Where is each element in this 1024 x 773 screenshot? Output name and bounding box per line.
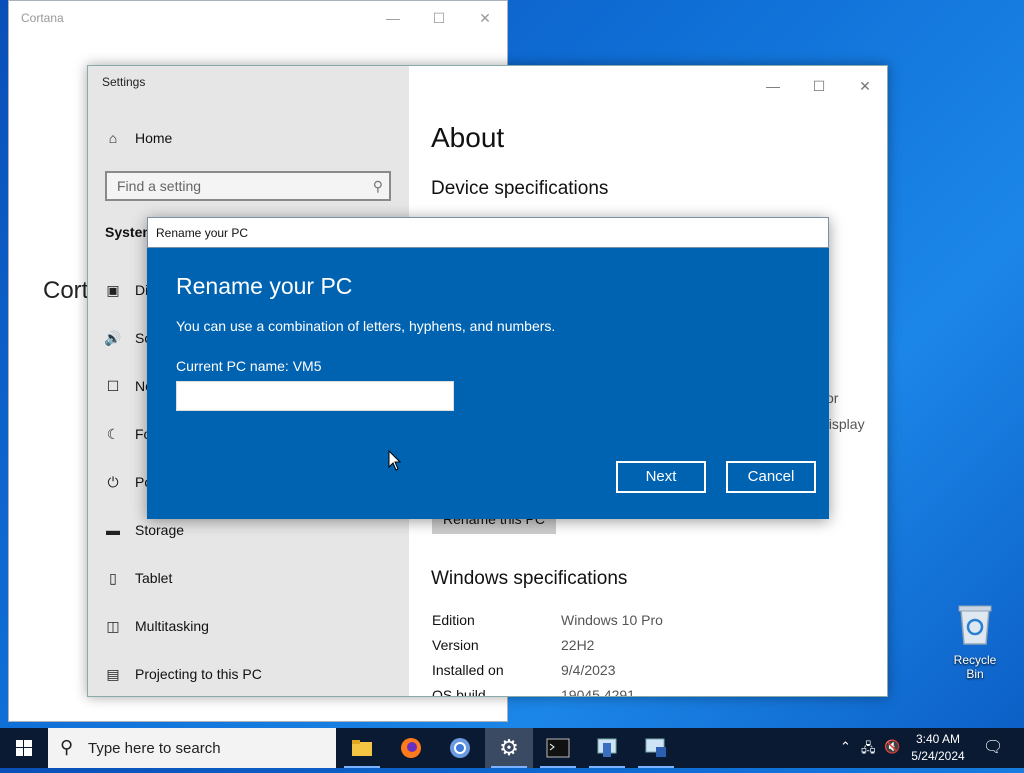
clock-time: 3:40 AM (915, 732, 961, 746)
sound-icon: 🔊 (104, 329, 122, 346)
focus-assist-icon: ☾ (106, 425, 120, 442)
home-icon: ⌂ (108, 130, 118, 146)
tablet-icon: ▯ (109, 569, 117, 586)
close-icon[interactable]: ✕ (843, 72, 887, 100)
maximize-icon[interactable]: ☐ (419, 5, 459, 31)
nav-item-projecting[interactable]: ▤ Projecting to this PC (104, 662, 404, 686)
windows-logo-icon (16, 740, 32, 756)
dialog-titlebar: Rename your PC (147, 217, 829, 248)
taskbar-clock[interactable]: 3:40 AM 5/24/2024 (906, 731, 970, 765)
spec-label: Version (432, 637, 479, 653)
show-hidden-icons-icon[interactable]: ⌃ (840, 739, 851, 755)
app-icon (597, 738, 617, 757)
taskbar-app[interactable] (583, 728, 631, 768)
taskbar-search-placeholder: Type here to search (88, 740, 221, 757)
new-pc-name-input[interactable] (176, 381, 454, 411)
next-button[interactable]: Next (616, 461, 706, 493)
close-icon[interactable]: ✕ (465, 5, 505, 31)
taskbar-file-explorer[interactable] (338, 728, 386, 768)
terminal-icon (546, 738, 570, 758)
spec-label: Edition (432, 612, 475, 628)
cortana-heading: Cort (43, 277, 89, 304)
search-icon: ⚲ (372, 178, 383, 194)
network-icon[interactable]: 🖧 (861, 739, 876, 761)
notifications-icon: ☐ (106, 377, 120, 394)
taskbar-firefox[interactable] (387, 728, 435, 768)
nav-item-storage[interactable]: ▬ Storage (104, 518, 404, 542)
dialog-body: Rename your PC You can use a combination… (147, 248, 829, 519)
page-title: About (431, 122, 505, 153)
windows-specs-heading: Windows specifications (431, 568, 628, 589)
rename-pc-dialog: Rename your PC Rename your PC You can us… (147, 217, 829, 519)
taskbar-chrome[interactable] (436, 728, 484, 768)
minimize-icon[interactable]: — (751, 72, 795, 100)
mouse-cursor-icon (388, 450, 402, 471)
current-pc-name: Current PC name: VM5 (176, 358, 322, 374)
nav-item-label: Multitasking (135, 618, 209, 634)
taskbar-search[interactable]: ⚲ Type here to search (48, 728, 336, 768)
notification-center-icon[interactable]: 🗨 (983, 737, 1003, 757)
chrome-icon (450, 738, 470, 758)
projecting-icon: ▤ (106, 665, 120, 682)
display-icon: ▣ (106, 281, 120, 298)
remote-desktop-icon (645, 738, 666, 757)
device-specs-heading: Device specifications (431, 178, 609, 199)
storage-icon: ▬ (106, 522, 120, 538)
multitasking-icon: ◫ (106, 617, 120, 634)
minimize-icon[interactable]: — (373, 5, 413, 31)
power-icon: ⏻ (107, 473, 119, 490)
search-icon: ⚲ (60, 737, 74, 757)
spec-value: 9/4/2023 (561, 662, 616, 678)
volume-muted-icon[interactable]: 🔇 (884, 739, 900, 755)
taskbar: ⚲ Type here to search ⚙ ⌃ 🖧 🔇 3:40 AM 5/… (0, 728, 1024, 768)
settings-icon: ⚙ (499, 735, 519, 760)
find-setting-input[interactable]: Find a setting ⚲ (105, 171, 391, 201)
find-setting-placeholder: Find a setting (117, 178, 202, 194)
cortana-title: Cortana (21, 11, 64, 25)
nav-item-label: Storage (135, 522, 185, 538)
nav-home-label: Home (135, 130, 173, 146)
dialog-description: You can use a combination of letters, hy… (176, 318, 556, 334)
file-explorer-icon (352, 740, 372, 756)
recycle-bin-label: Recycle Bin (953, 653, 997, 681)
spec-value: 22H2 (561, 637, 595, 653)
dialog-window-title: Rename your PC (156, 226, 249, 240)
taskbar-remote-desktop[interactable] (632, 728, 680, 768)
start-button[interactable] (0, 728, 48, 768)
nav-item-multitasking[interactable]: ◫ Multitasking (104, 614, 404, 638)
firefox-icon (401, 738, 421, 758)
nav-home[interactable]: ⌂ Home (104, 126, 404, 150)
cancel-button[interactable]: Cancel (726, 461, 816, 493)
recycle-bin[interactable]: Recycle Bin (944, 602, 1006, 681)
settings-title: Settings (102, 75, 146, 89)
taskbar-terminal[interactable] (534, 728, 582, 768)
nav-item-tablet[interactable]: ▯ Tablet (104, 566, 404, 590)
taskbar-settings[interactable]: ⚙ (485, 728, 533, 768)
maximize-icon[interactable]: ☐ (797, 72, 841, 100)
clock-date: 5/24/2024 (911, 749, 965, 763)
spec-label: Installed on (432, 662, 504, 678)
dialog-title: Rename your PC (176, 273, 353, 299)
spec-value: Windows 10 Pro (561, 612, 663, 628)
spec-value: 19045.4291 (561, 687, 635, 697)
spec-label: OS build (432, 687, 486, 697)
nav-item-label: Projecting to this PC (135, 666, 262, 682)
nav-item-label: Tablet (135, 570, 173, 586)
recycle-bin-icon (958, 605, 992, 645)
